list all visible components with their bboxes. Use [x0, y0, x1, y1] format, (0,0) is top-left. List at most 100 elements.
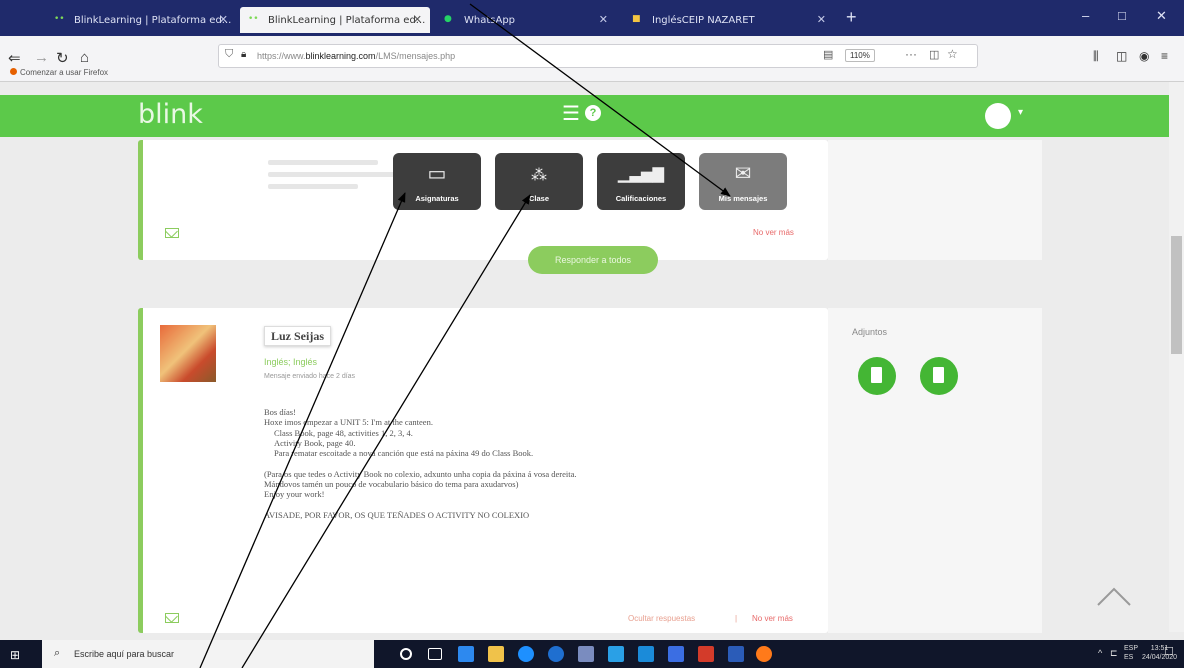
mis-mensajes-label: Mis mensajes [718, 194, 768, 203]
new-tab-icon[interactable]: + [846, 7, 857, 28]
scrollbar-thumb[interactable] [1171, 236, 1182, 354]
sender-name[interactable]: Luz Seijas [264, 326, 332, 346]
close-icon[interactable]: ✕ [413, 13, 422, 26]
message-line: AVISADE, POR FAVOR, OS QUE TEÑADES O ACT… [264, 509, 530, 520]
message-line [264, 458, 784, 468]
url-bar[interactable]: ⛉ 🔒︎ https://www.blinklearning.com/LMS/m… [218, 44, 978, 68]
asignaturas-label: Asignaturas [415, 194, 459, 203]
attachment-file-icon[interactable] [858, 357, 896, 395]
chevron-down-icon[interactable]: ▾ [1018, 107, 1023, 118]
attachments-label: Adjuntos [852, 327, 888, 337]
show-hidden-icons[interactable]: ^ [1098, 649, 1102, 658]
site-header: blink ☰ ? ▾ [0, 95, 1169, 137]
blink-favicon-icon: •• [54, 14, 65, 24]
app-icon[interactable] [638, 646, 654, 662]
scroll-to-top-icon[interactable] [1094, 577, 1134, 617]
message-line: Mándovos tamén un pouco de vocabulario b… [264, 479, 519, 490]
tab-blinklearning-2[interactable]: •• BlinkLearning | Plataforma ed... ✕ [240, 7, 430, 33]
attachment-file-icon[interactable] [920, 357, 958, 395]
account-icon[interactable]: ◉ [1139, 49, 1149, 63]
message-line: (Para os que tedes o Activity Book no co… [264, 468, 577, 479]
firefox-icon [10, 68, 17, 75]
windows-taskbar: ⊞ ⌕ Escribe aquí para buscar ^ ⊏ ESP ES 1… [0, 640, 1184, 668]
library-icon[interactable]: ⫼ [1093, 49, 1099, 64]
notifications-icon[interactable]: ☐ [1164, 647, 1174, 658]
windows-start-icon[interactable]: ⊞ [10, 648, 20, 662]
reload-icon[interactable]: ↻ [56, 49, 69, 67]
message-line [264, 500, 784, 510]
asignaturas-button[interactable]: ▭ Asignaturas [393, 153, 481, 210]
zoom-level[interactable]: 110% [845, 49, 875, 62]
cortana-icon[interactable] [400, 648, 412, 660]
close-window-icon[interactable]: ✕ [1156, 8, 1167, 24]
forward-icon[interactable]: → [34, 49, 49, 66]
site-logo[interactable]: blink [138, 99, 203, 130]
close-icon[interactable]: ✕ [599, 13, 608, 26]
message-line: Enjoy your work! [264, 489, 325, 500]
site-favicon-icon: ■ [632, 14, 641, 24]
maximize-icon[interactable]: □ [1118, 8, 1126, 23]
sidebar-icon[interactable]: ◫ [1116, 49, 1127, 63]
tab-label: BlinkLearning | Plataforma ed... [74, 14, 232, 26]
tab-whatsapp[interactable]: ● WhatsApp ✕ [436, 7, 616, 33]
back-icon[interactable]: ⇐ [8, 49, 21, 67]
message-body: Bos días! Hoxe imos empezar a UNIT 5: I'… [264, 407, 784, 520]
whatsapp-icon: ● [444, 14, 452, 24]
hamburger-menu-icon[interactable]: ☰ [562, 101, 580, 126]
reader-icon[interactable]: ▤ [823, 48, 833, 61]
message-sent-time: Mensaje enviado hace 2 días [264, 373, 356, 380]
message-subject: Inglés; Inglés [264, 357, 318, 367]
menu-icon[interactable]: ≡ [1161, 49, 1168, 63]
minimize-icon[interactable]: – [1082, 8, 1089, 23]
message-line: Activity Book, page 40. [274, 437, 356, 448]
no-ver-mas-link[interactable]: No ver más [752, 614, 793, 623]
app-icon[interactable] [668, 646, 684, 662]
message-line: Para rematar escoitade a nova canción qu… [274, 448, 534, 459]
taskbar-search[interactable]: ⌕ Escribe aquí para buscar [42, 640, 374, 668]
word-icon[interactable] [728, 646, 744, 662]
url-text: https://www.blinklearning.com/LMS/mensaj… [257, 51, 456, 61]
edge-icon[interactable] [518, 646, 534, 662]
no-ver-mas-link[interactable]: No ver más [753, 228, 794, 237]
faded-text [268, 172, 398, 177]
envelope-icon[interactable] [165, 228, 179, 238]
network-icon[interactable]: ⊏ [1110, 649, 1118, 658]
home-icon[interactable]: ⌂ [80, 49, 89, 66]
class-icon: ⁂ [531, 167, 547, 184]
star-icon[interactable]: ☆ [947, 47, 958, 61]
app-icon[interactable] [698, 646, 714, 662]
faded-text [268, 184, 358, 189]
calendar-app-icon[interactable] [458, 646, 474, 662]
firefox-icon[interactable] [756, 646, 772, 662]
internet-explorer-icon[interactable] [548, 646, 564, 662]
calificaciones-button[interactable]: ▁▃▅▇ Calificaciones [597, 153, 685, 210]
shield-icon[interactable]: ⛉ [225, 48, 233, 61]
envelope-icon[interactable] [165, 613, 179, 623]
help-icon[interactable]: ? [585, 105, 601, 121]
reply-all-button[interactable]: Responder a todos [528, 246, 658, 274]
taskbar-search-placeholder: Escribe aquí para buscar [74, 649, 175, 659]
close-icon[interactable]: ✕ [219, 13, 228, 26]
store-icon[interactable] [488, 646, 504, 662]
bookmark-firefox[interactable]: Comenzar a usar Firefox [10, 68, 108, 77]
tab-label: InglésCEIP NAZARET [652, 14, 755, 26]
close-icon[interactable]: ✕ [817, 13, 826, 26]
page-scrollbar[interactable] [1169, 82, 1184, 632]
browser-toolbar: ⇐ → ↻ ⌂ ⛉ 🔒︎ https://www.blinklearning.c… [0, 36, 1184, 82]
search-icon: ⌕ [54, 647, 61, 659]
tab-ingles-ceip[interactable]: ■ InglésCEIP NAZARET ✕ [624, 7, 834, 33]
more-icon[interactable]: ··· [905, 47, 917, 61]
faded-text [268, 160, 378, 165]
link-separator: | [735, 614, 738, 623]
pocket-icon[interactable]: ◫ [929, 48, 939, 61]
app-icon[interactable] [608, 646, 624, 662]
task-view-icon[interactable] [428, 648, 442, 660]
hide-replies-link[interactable]: Ocultar respuestas [628, 614, 695, 623]
lock-icon[interactable]: 🔒︎ [241, 49, 246, 60]
clase-button[interactable]: ⁂ Clase [495, 153, 583, 210]
language-indicator[interactable]: ESP ES [1124, 644, 1138, 662]
user-avatar[interactable] [985, 103, 1011, 129]
mis-mensajes-button[interactable]: ✉ Mis mensajes [699, 153, 787, 210]
paint-icon[interactable] [578, 646, 594, 662]
tab-blinklearning-1[interactable]: •• BlinkLearning | Plataforma ed... ✕ [46, 7, 236, 33]
